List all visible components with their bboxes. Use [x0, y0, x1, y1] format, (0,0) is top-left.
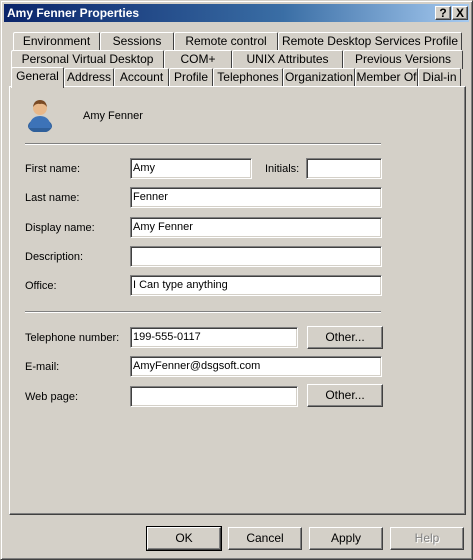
telephone-field[interactable]: 199-555-0117 [130, 327, 298, 348]
webpage-label: Web page: [25, 391, 79, 403]
user-display-heading: Amy Fenner [83, 110, 143, 122]
email-label: E-mail: [25, 361, 60, 373]
tab-remote-control[interactable]: Remote control [174, 32, 278, 51]
initials-label: Initials: [265, 163, 300, 175]
webpage-other-button[interactable]: Other... [307, 384, 383, 407]
initials-field[interactable] [306, 158, 382, 179]
tab-member-of[interactable]: Member Of [355, 68, 418, 87]
window-title: Amy Fenner Properties [7, 6, 140, 20]
last-name-label: Last name: [25, 192, 80, 204]
tab-telephones[interactable]: Telephones [213, 68, 283, 87]
properties-window: Amy Fenner Properties ? X Environment Se… [0, 0, 473, 560]
telephone-label: Telephone number: [25, 332, 120, 344]
telephone-other-button[interactable]: Other... [307, 326, 383, 349]
last-name-field[interactable]: Fenner [130, 187, 382, 208]
tab-environment[interactable]: Environment [13, 32, 100, 51]
tab-general[interactable]: General [11, 67, 64, 88]
webpage-field[interactable] [130, 386, 298, 407]
close-title-button[interactable]: X [452, 6, 468, 20]
tab-com-plus[interactable]: COM+ [164, 50, 232, 69]
tab-remote-desktop-services-profile[interactable]: Remote Desktop Services Profile [278, 32, 462, 51]
display-name-label: Display name: [25, 222, 95, 234]
email-field[interactable]: AmyFenner@dsgsoft.com [130, 356, 382, 377]
first-name-field[interactable]: Amy [130, 158, 252, 179]
tab-previous-versions[interactable]: Previous Versions [343, 50, 463, 69]
ok-button[interactable]: OK [146, 526, 222, 551]
office-label: Office: [25, 280, 57, 292]
description-label: Description: [25, 251, 84, 263]
separator [25, 311, 381, 313]
tab-unix-attributes[interactable]: UNIX Attributes [232, 50, 343, 69]
general-tab-panel: Amy Fenner First name: Amy Initials: Las… [9, 86, 466, 515]
title-bar[interactable]: Amy Fenner Properties ? X [4, 4, 469, 22]
user-icon [27, 98, 53, 133]
separator [25, 143, 381, 145]
help-button[interactable]: Help [390, 527, 464, 550]
tab-profile[interactable]: Profile [169, 68, 213, 87]
tab-account[interactable]: Account [114, 68, 169, 87]
description-field[interactable] [130, 246, 382, 267]
tab-address[interactable]: Address [64, 68, 114, 87]
apply-button[interactable]: Apply [309, 527, 383, 550]
tab-sessions[interactable]: Sessions [100, 32, 174, 51]
office-field[interactable]: I Can type anything [130, 275, 382, 296]
help-title-button[interactable]: ? [435, 6, 451, 20]
cancel-button[interactable]: Cancel [228, 527, 302, 550]
first-name-label: First name: [25, 163, 81, 175]
tab-dial-in[interactable]: Dial-in [418, 68, 461, 87]
tab-organization[interactable]: Organization [283, 68, 355, 87]
display-name-field[interactable]: Amy Fenner [130, 217, 382, 238]
